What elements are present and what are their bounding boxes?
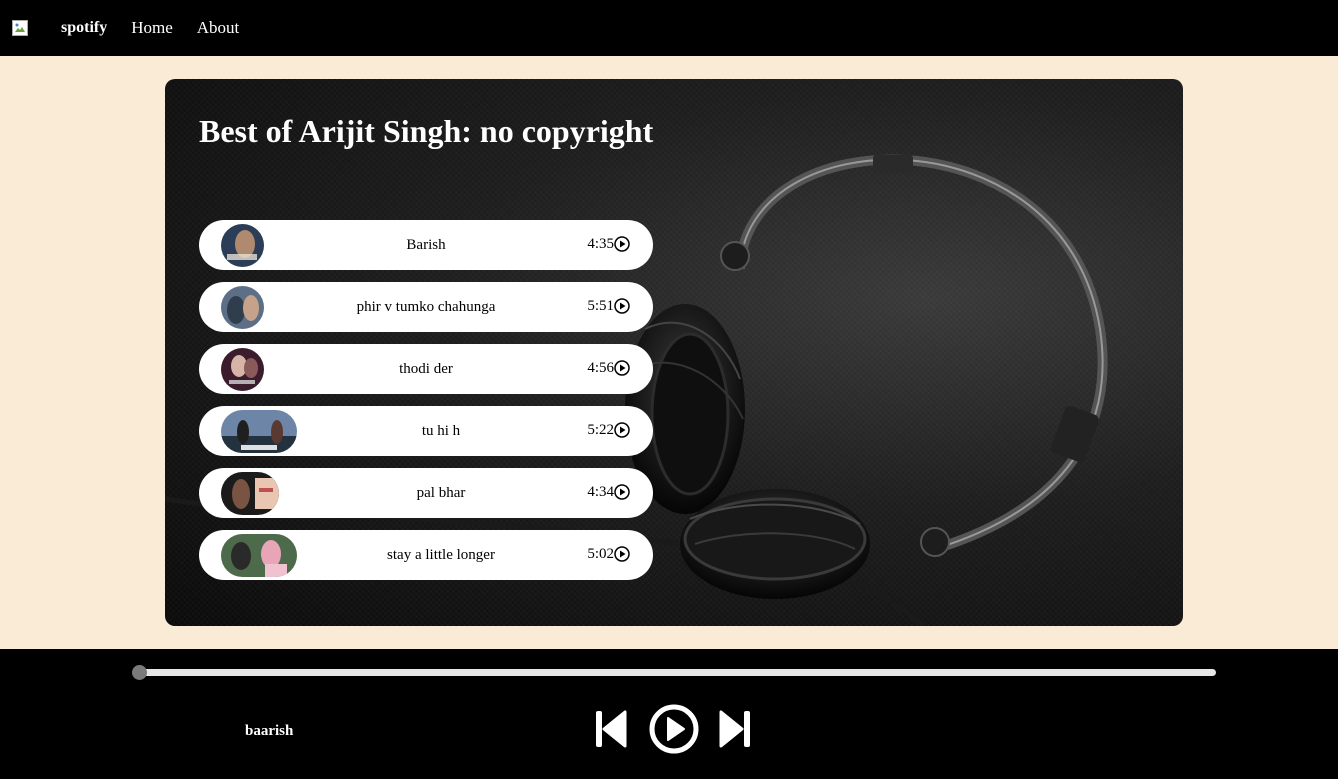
play-circle-icon[interactable] bbox=[614, 484, 630, 500]
play-icon[interactable] bbox=[648, 703, 700, 755]
broken-image-icon[interactable] bbox=[12, 20, 28, 36]
playback-controls bbox=[594, 703, 752, 755]
play-circle-icon[interactable] bbox=[614, 298, 630, 314]
song-item[interactable]: thodi der 4:56 bbox=[199, 344, 653, 394]
next-icon[interactable] bbox=[718, 709, 752, 749]
song-duration: 5:51 bbox=[587, 282, 630, 330]
song-item[interactable]: phir v tumko chahunga 5:51 bbox=[199, 282, 653, 332]
song-name: Barish bbox=[406, 237, 446, 253]
play-circle-icon[interactable] bbox=[614, 360, 630, 376]
song-duration: 4:56 bbox=[587, 344, 630, 392]
previous-icon[interactable] bbox=[594, 709, 628, 749]
progress-handle[interactable] bbox=[132, 665, 147, 680]
song-name: phir v tumko chahunga bbox=[356, 299, 496, 315]
nav-link-about[interactable]: About bbox=[197, 18, 240, 38]
player-bar: baarish bbox=[0, 649, 1338, 779]
song-name: thodi der bbox=[399, 361, 453, 377]
song-item[interactable]: stay a little longer 5:02 bbox=[199, 530, 653, 580]
song-duration: 4:34 bbox=[587, 468, 630, 516]
nav-link-home[interactable]: Home bbox=[131, 18, 173, 38]
song-duration: 4:35 bbox=[587, 220, 630, 268]
song-duration: 5:22 bbox=[587, 406, 630, 454]
play-circle-icon[interactable] bbox=[614, 236, 630, 252]
song-item[interactable]: Barish 4:35 bbox=[199, 220, 653, 270]
song-item[interactable]: tu hi h 5:22 bbox=[199, 406, 653, 456]
play-circle-icon[interactable] bbox=[614, 422, 630, 438]
playlist-title: Best of Arijit Singh: no copyright bbox=[199, 113, 654, 149]
song-item[interactable]: pal bhar 4:34 bbox=[199, 468, 653, 518]
now-playing-title: baarish bbox=[245, 723, 294, 739]
play-circle-icon[interactable] bbox=[614, 546, 630, 562]
song-list: Barish 4:35 phir v tumko chahunga 5:51 t… bbox=[199, 220, 653, 592]
brand-name[interactable]: spotify bbox=[61, 19, 107, 37]
progress-bar[interactable] bbox=[132, 665, 1216, 680]
top-nav: spotify Home About bbox=[0, 0, 1338, 56]
playlist-card: Best of Arijit Singh: no copyright Baris… bbox=[165, 79, 1183, 626]
song-duration: 5:02 bbox=[587, 530, 630, 578]
